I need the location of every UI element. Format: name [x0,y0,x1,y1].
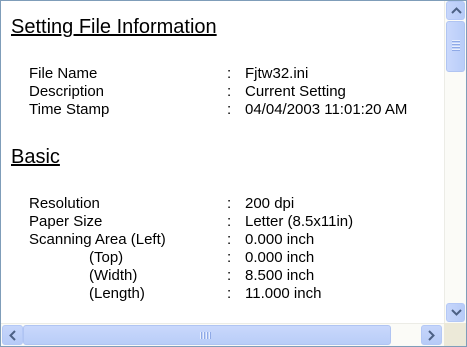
scanning-area-width-colon: : [227,267,232,284]
scrollbar-corner [444,323,466,346]
scanning-area-length-label: (Length) [89,285,145,302]
scroll-left-button[interactable] [2,325,23,345]
grip-line [452,41,460,42]
description-label: Description [29,83,105,100]
scanning-area-left-colon: : [227,231,232,248]
paper-size-value: Letter (8.5x11in) [245,213,354,230]
setting-info-content: Setting File Information File Name : Fjt… [1,1,444,323]
time-stamp-label: Time Stamp [29,101,110,118]
vertical-scroll-thumb[interactable] [446,21,465,72]
grip-line [452,44,460,45]
scanning-area-width-label: (Width) [89,267,138,284]
grip-line [452,47,460,48]
scanning-area-left-value: 0.000 inch [245,231,315,248]
grip-line [207,332,208,339]
setting-info-panel: Setting File Information File Name : Fjt… [0,0,467,347]
vertical-scrollbar[interactable] [444,1,466,323]
scanning-area-top-value: 0.000 inch [245,249,315,266]
description-colon: : [227,83,232,100]
description-value: Current Setting [245,83,346,100]
file-name-label: File Name [29,65,98,82]
resolution-label: Resolution [29,195,100,212]
grip-line [204,332,205,339]
scanning-area-length-value: 11.000 inch [245,285,322,302]
scanning-area-top-colon: : [227,249,232,266]
setting-file-information-heading: Setting File Information [11,16,217,38]
grip-line [201,332,202,339]
grip-line [210,332,211,339]
arrow-right-icon [428,330,435,341]
arrow-up-icon [451,7,462,14]
resolution-value: 200 dpi [245,195,295,212]
arrow-left-icon [9,330,16,341]
basic-heading: Basic [11,146,60,168]
scroll-right-button[interactable] [421,325,442,345]
scroll-up-button[interactable] [446,1,465,20]
time-stamp-colon: : [227,101,232,118]
file-name-colon: : [227,65,232,82]
paper-size-colon: : [227,213,232,230]
scanning-area-width-value: 8.500 inch [245,267,315,284]
resolution-colon: : [227,195,232,212]
time-stamp-value: 04/04/2003 11:01:20 AM [245,101,408,118]
arrow-down-icon [451,309,462,316]
scanning-area-length-colon: : [227,285,232,302]
horizontal-scroll-thumb[interactable] [23,325,391,345]
grip-line [452,50,460,51]
scanning-area-left-label: Scanning Area (Left) [29,231,166,248]
horizontal-scrollbar[interactable] [1,323,444,346]
scanning-area-top-label: (Top) [89,249,124,266]
file-name-value: Fjtw32.ini [245,65,309,82]
scroll-down-button[interactable] [446,303,465,322]
paper-size-label: Paper Size [29,213,103,230]
